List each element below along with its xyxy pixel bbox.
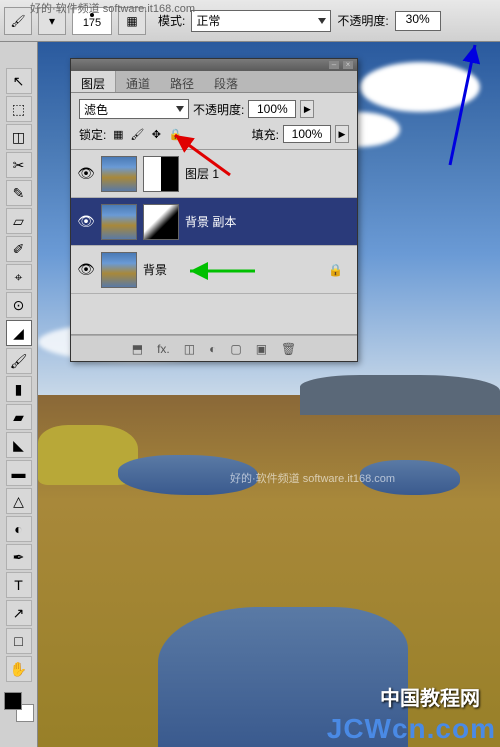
panel-header[interactable]: – × <box>71 59 357 71</box>
eyedropper-tool[interactable]: ✐ <box>6 236 32 262</box>
history-brush-tool[interactable]: ▮ <box>6 376 32 402</box>
shape-tool[interactable]: ↗ <box>6 600 32 626</box>
adjustment-layer-icon[interactable]: ◐ <box>209 342 216 356</box>
tab-paragraph[interactable]: 段落 <box>204 71 248 92</box>
brush-preset-icon[interactable]: 🖌 <box>4 7 32 35</box>
watermark-url: JCWcn.com <box>327 713 496 745</box>
annotation-arrow-blue <box>440 40 480 173</box>
link-layers-icon[interactable]: ⬒ <box>132 342 143 356</box>
marquee-tool[interactable]: ⬚ <box>6 96 32 122</box>
chevron-down-icon <box>176 106 184 112</box>
pen-tool[interactable]: ◐ <box>6 516 32 542</box>
layer-mask-icon[interactable]: ◫ <box>184 342 195 356</box>
hand-tool[interactable]: □ <box>6 628 32 654</box>
layer-opacity-input[interactable]: 100% <box>248 100 296 118</box>
patch-tool[interactable]: ▱ <box>6 208 32 234</box>
visibility-icon[interactable]: 👁 <box>77 213 95 231</box>
blend-mode-select[interactable]: 正常 <box>191 10 331 32</box>
layer-thumbnail[interactable] <box>101 204 137 240</box>
tab-paths[interactable]: 路径 <box>160 71 204 92</box>
trash-icon[interactable]: 🗑 <box>281 342 296 356</box>
slice-tool[interactable]: ✎ <box>6 180 32 206</box>
opacity-flyout-icon[interactable]: ▶ <box>300 100 314 118</box>
close-icon[interactable]: × <box>343 61 353 69</box>
layer-name: 背景 <box>143 261 167 278</box>
annotation-arrow-red <box>165 130 235 183</box>
layer-style-icon[interactable]: fx. <box>157 342 170 356</box>
tab-channels[interactable]: 通道 <box>116 71 160 92</box>
minimize-icon[interactable]: – <box>329 61 339 69</box>
tab-layers[interactable]: 图层 <box>71 71 116 92</box>
lock-pixels-icon[interactable]: 🖌 <box>129 126 145 142</box>
dodge-tool[interactable]: △ <box>6 488 32 514</box>
panel-tabs: 图层 通道 路径 段落 <box>71 71 357 93</box>
lock-transparency-icon[interactable]: ▦ <box>110 126 126 142</box>
color-swatches[interactable] <box>4 692 34 722</box>
fill-label: 填充: <box>252 126 279 143</box>
visibility-icon[interactable]: 👁 <box>77 261 95 279</box>
panel-footer: ⬒ fx. ◫ ◐ ▢ ▣ 🗑 <box>71 335 357 361</box>
layer-thumbnail[interactable] <box>101 252 137 288</box>
brush-size-value: 175 <box>83 17 101 29</box>
layer-blend-mode-value: 滤色 <box>84 101 108 118</box>
lock-position-icon[interactable]: ✥ <box>148 126 164 142</box>
layer-blend-mode-select[interactable]: 滤色 <box>79 99 189 119</box>
blur-tool[interactable]: ▬ <box>6 460 32 486</box>
new-layer-icon[interactable]: ▣ <box>256 342 267 356</box>
watermark-mid: 好的·软件频道 software.it168.com <box>230 470 395 486</box>
watermark-cn: 中国教程网 <box>380 682 480 711</box>
fill-input[interactable]: 100% <box>283 125 331 143</box>
type-tool[interactable]: ✒ <box>6 544 32 570</box>
watermark-top: 好的·软件频道 software.it168.com <box>30 0 195 16</box>
layers-panel: – × 图层 通道 路径 段落 滤色 不透明度: 100% ▶ 锁定: ▦ 🖌 … <box>70 58 358 362</box>
lasso-tool[interactable]: ◫ <box>6 124 32 150</box>
layer-row[interactable]: 👁 背景 副本 <box>71 198 357 246</box>
layer-opacity-label: 不透明度: <box>193 101 244 118</box>
lock-label: 锁定: <box>79 126 106 143</box>
zoom-tool[interactable]: ✋ <box>6 656 32 682</box>
group-icon[interactable]: ▢ <box>230 342 241 356</box>
eraser-tool[interactable]: ▰ <box>6 404 32 430</box>
healing-tool[interactable]: ⌖ <box>6 264 32 290</box>
chevron-down-icon <box>318 18 326 24</box>
lock-icon: 🔒 <box>328 263 343 277</box>
visibility-icon[interactable]: 👁 <box>77 165 95 183</box>
crop-tool[interactable]: ✂ <box>6 152 32 178</box>
gradient-tool[interactable]: ◣ <box>6 432 32 458</box>
tool-palette: ↖ ⬚ ◫ ✂ ✎ ▱ ✐ ⌖ ⊙ ◢ 🖌 ▮ ▰ ◣ ▬ △ ◐ ✒ T ↗ … <box>0 42 38 747</box>
opacity-label: 不透明度: <box>337 12 388 29</box>
blend-mode-value: 正常 <box>196 12 220 29</box>
clone-tool[interactable]: ⊙ <box>6 292 32 318</box>
opacity-input[interactable]: 30% <box>395 11 441 31</box>
move-tool[interactable]: ↖ <box>6 68 32 94</box>
foreground-color-swatch[interactable] <box>4 692 22 710</box>
stamp-tool[interactable]: 🖌 <box>6 348 32 374</box>
layer-mask-thumbnail[interactable] <box>143 204 179 240</box>
layer-thumbnail[interactable] <box>101 156 137 192</box>
layer-name: 背景 副本 <box>185 213 236 230</box>
path-tool[interactable]: T <box>6 572 32 598</box>
fill-flyout-icon[interactable]: ▶ <box>335 125 349 143</box>
annotation-arrow-green <box>180 256 260 289</box>
brush-tool[interactable]: ◢ <box>6 320 32 346</box>
